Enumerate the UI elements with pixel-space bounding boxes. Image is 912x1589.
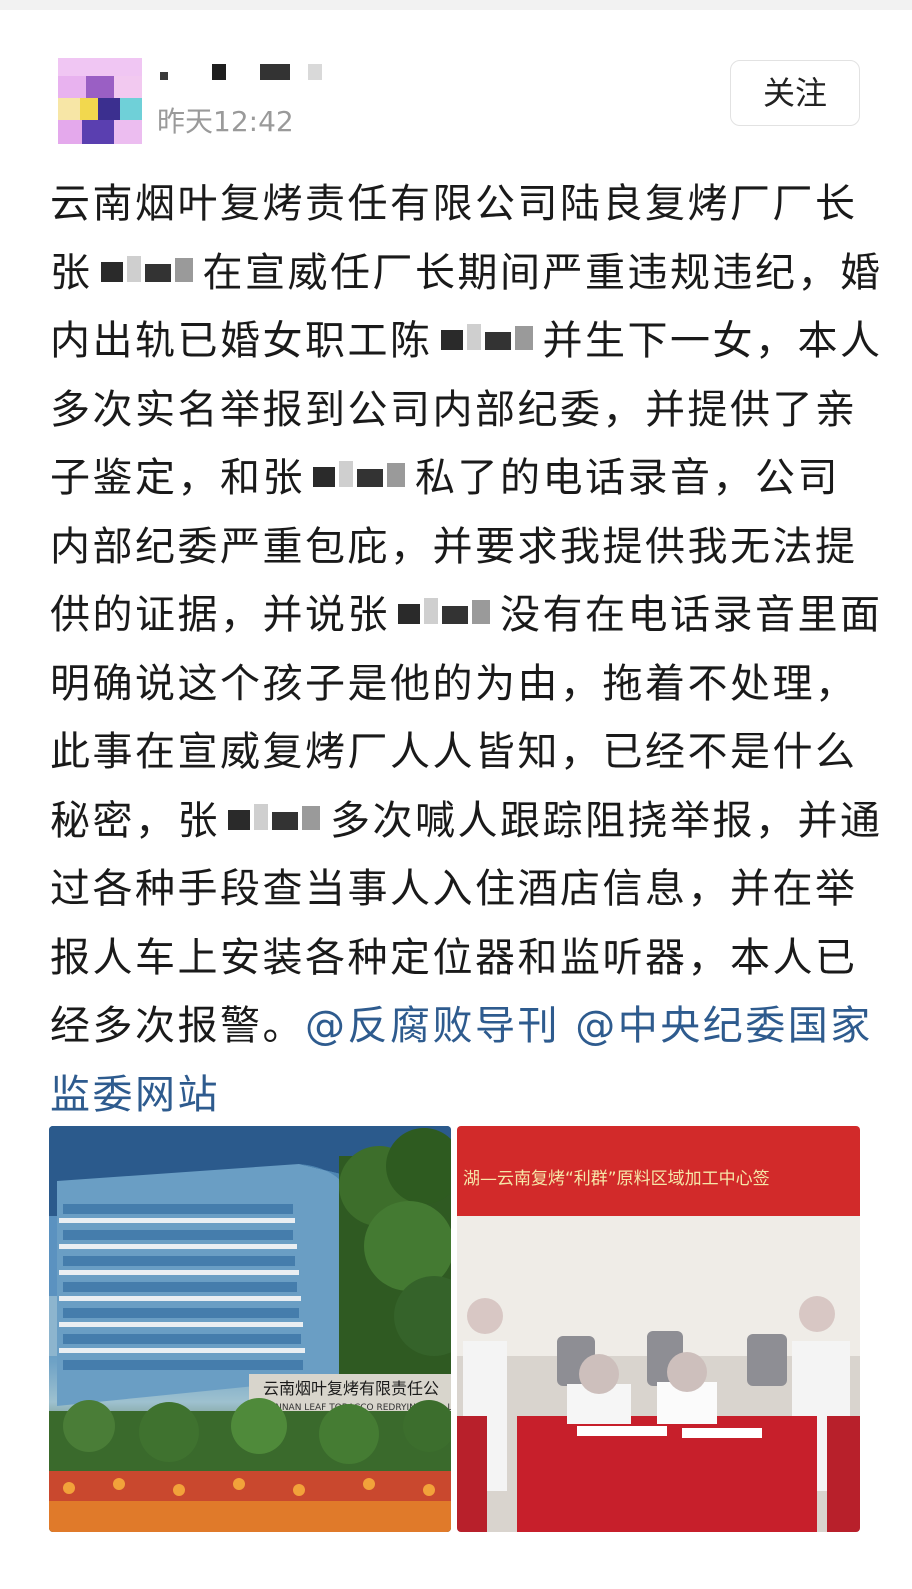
post-text-segment: 过各种手段查当事人入住酒店信息，并在举 bbox=[50, 866, 858, 912]
post-line: 多次实名举报到公司内部纪委，并提供了亲 bbox=[50, 376, 862, 445]
redacted-name-mosaic bbox=[390, 594, 500, 634]
post-text-segment: 多次实名举报到公司内部纪委，并提供了亲 bbox=[50, 386, 858, 433]
post-text-segment: 在宣威任厂长期间严重违规违纪，婚 bbox=[202, 249, 883, 296]
post-text-segment: 张 bbox=[50, 249, 93, 296]
post-line: 内部纪委严重包庇，并要求我提供我无法提 bbox=[50, 513, 862, 582]
post-text-segment: 内部纪委严重包庇，并要求我提供我无法提 bbox=[50, 523, 858, 570]
post-line: 经多次报警。@反腐败导刊 @中央纪委国家 bbox=[50, 992, 870, 1061]
redacted-name-mosaic bbox=[305, 457, 415, 497]
mention-link[interactable]: 监委网站 bbox=[50, 1072, 220, 1118]
post-text-segment: 子鉴定，和张 bbox=[50, 455, 305, 501]
top-divider bbox=[0, 0, 912, 10]
post-timestamp: 昨天12:42 bbox=[157, 105, 294, 138]
post-text-segment: 内出轨已婚女职工陈 bbox=[50, 318, 433, 364]
follow-button[interactable]: 关注 bbox=[730, 60, 860, 126]
post-text-segment: 并生下一女，本人 bbox=[542, 318, 883, 364]
post-text-segment: 多次喊人跟踪阻挠举报，并通 bbox=[330, 797, 883, 844]
post-line: 此事在宣威复烤厂人人皆知，已经不是什么 bbox=[50, 718, 862, 787]
mosaic-avatar-icon[interactable] bbox=[58, 58, 142, 144]
redacted-name-mosaic bbox=[433, 320, 543, 360]
building-sign-text: 云南烟叶复烤有限责任公 bbox=[263, 1379, 439, 1398]
signing-photo-illustration: 湖—云南复烤“利群”原料区域加工中心签 bbox=[457, 1126, 860, 1532]
post-line: 供的证据，并说张 没有在电话录音里面 bbox=[50, 581, 880, 650]
post-text-segment: 此事在宣威复烤厂人人皆知，已经不是什么 bbox=[50, 729, 858, 775]
post-text: 云南烟叶复烤责任有限公司陆良复烤厂厂长张 在宣威任厂长期间严重违规违纪，婚内出轨已… bbox=[50, 170, 880, 1130]
post-text-segment: 供的证据，并说张 bbox=[50, 592, 390, 638]
redacted-name-mosaic bbox=[220, 800, 330, 840]
post-line: 云南烟叶复烤责任有限公司陆良复烤厂厂长 bbox=[50, 170, 862, 239]
ceremony-banner-text: 湖—云南复烤“利群”原料区域加工中心签 bbox=[463, 1169, 770, 1189]
post-text-segment: 没有在电话录音里面 bbox=[500, 592, 883, 638]
building-photo-illustration: 云南烟叶复烤有限责任公 YUNNAN LEAF TOBACCO REDRYING… bbox=[49, 1126, 451, 1532]
post-line: 过各种手段查当事人入住酒店信息，并在举 bbox=[50, 855, 862, 924]
post-text-segment: 报人车上安装各种定位器和监听器，本人已 bbox=[50, 934, 858, 981]
post-line: 张 在宣威任厂长期间严重违规违纪，婚 bbox=[50, 239, 880, 308]
post-text-segment: 云南烟叶复烤责任有限公司陆良复烤厂厂长 bbox=[50, 181, 858, 227]
post-text-segment: 经多次报警。 bbox=[50, 1003, 305, 1049]
mention-link[interactable]: @反腐败导刊 @中央纪委国家 bbox=[305, 1003, 873, 1049]
post-line: 监委网站 bbox=[50, 1061, 862, 1130]
post-image-building[interactable]: 云南烟叶复烤有限责任公 YUNNAN LEAF TOBACCO REDRYING… bbox=[49, 1126, 451, 1532]
post-line: 秘密，张 多次喊人跟踪阻挠举报，并通 bbox=[50, 787, 880, 856]
post-line: 内出轨已婚女职工陈 并生下一女，本人 bbox=[50, 307, 880, 376]
post-text-segment: 明确说这个孩子是他的为由，拖着不处理， bbox=[50, 660, 858, 707]
author-name-redacted[interactable] bbox=[160, 62, 340, 86]
post-line: 明确说这个孩子是他的为由，拖着不处理， bbox=[50, 650, 862, 719]
post-line: 子鉴定，和张 私了的电话录音，公司 bbox=[50, 444, 862, 513]
post-text-segment: 私了的电话录音，公司 bbox=[415, 455, 840, 501]
post-text-segment: 秘密，张 bbox=[50, 797, 220, 844]
post-line: 报人车上安装各种定位器和监听器，本人已 bbox=[50, 924, 862, 993]
post-image-signing-ceremony[interactable]: 湖—云南复烤“利群”原料区域加工中心签 bbox=[457, 1126, 860, 1532]
redacted-name-mosaic bbox=[93, 252, 203, 292]
